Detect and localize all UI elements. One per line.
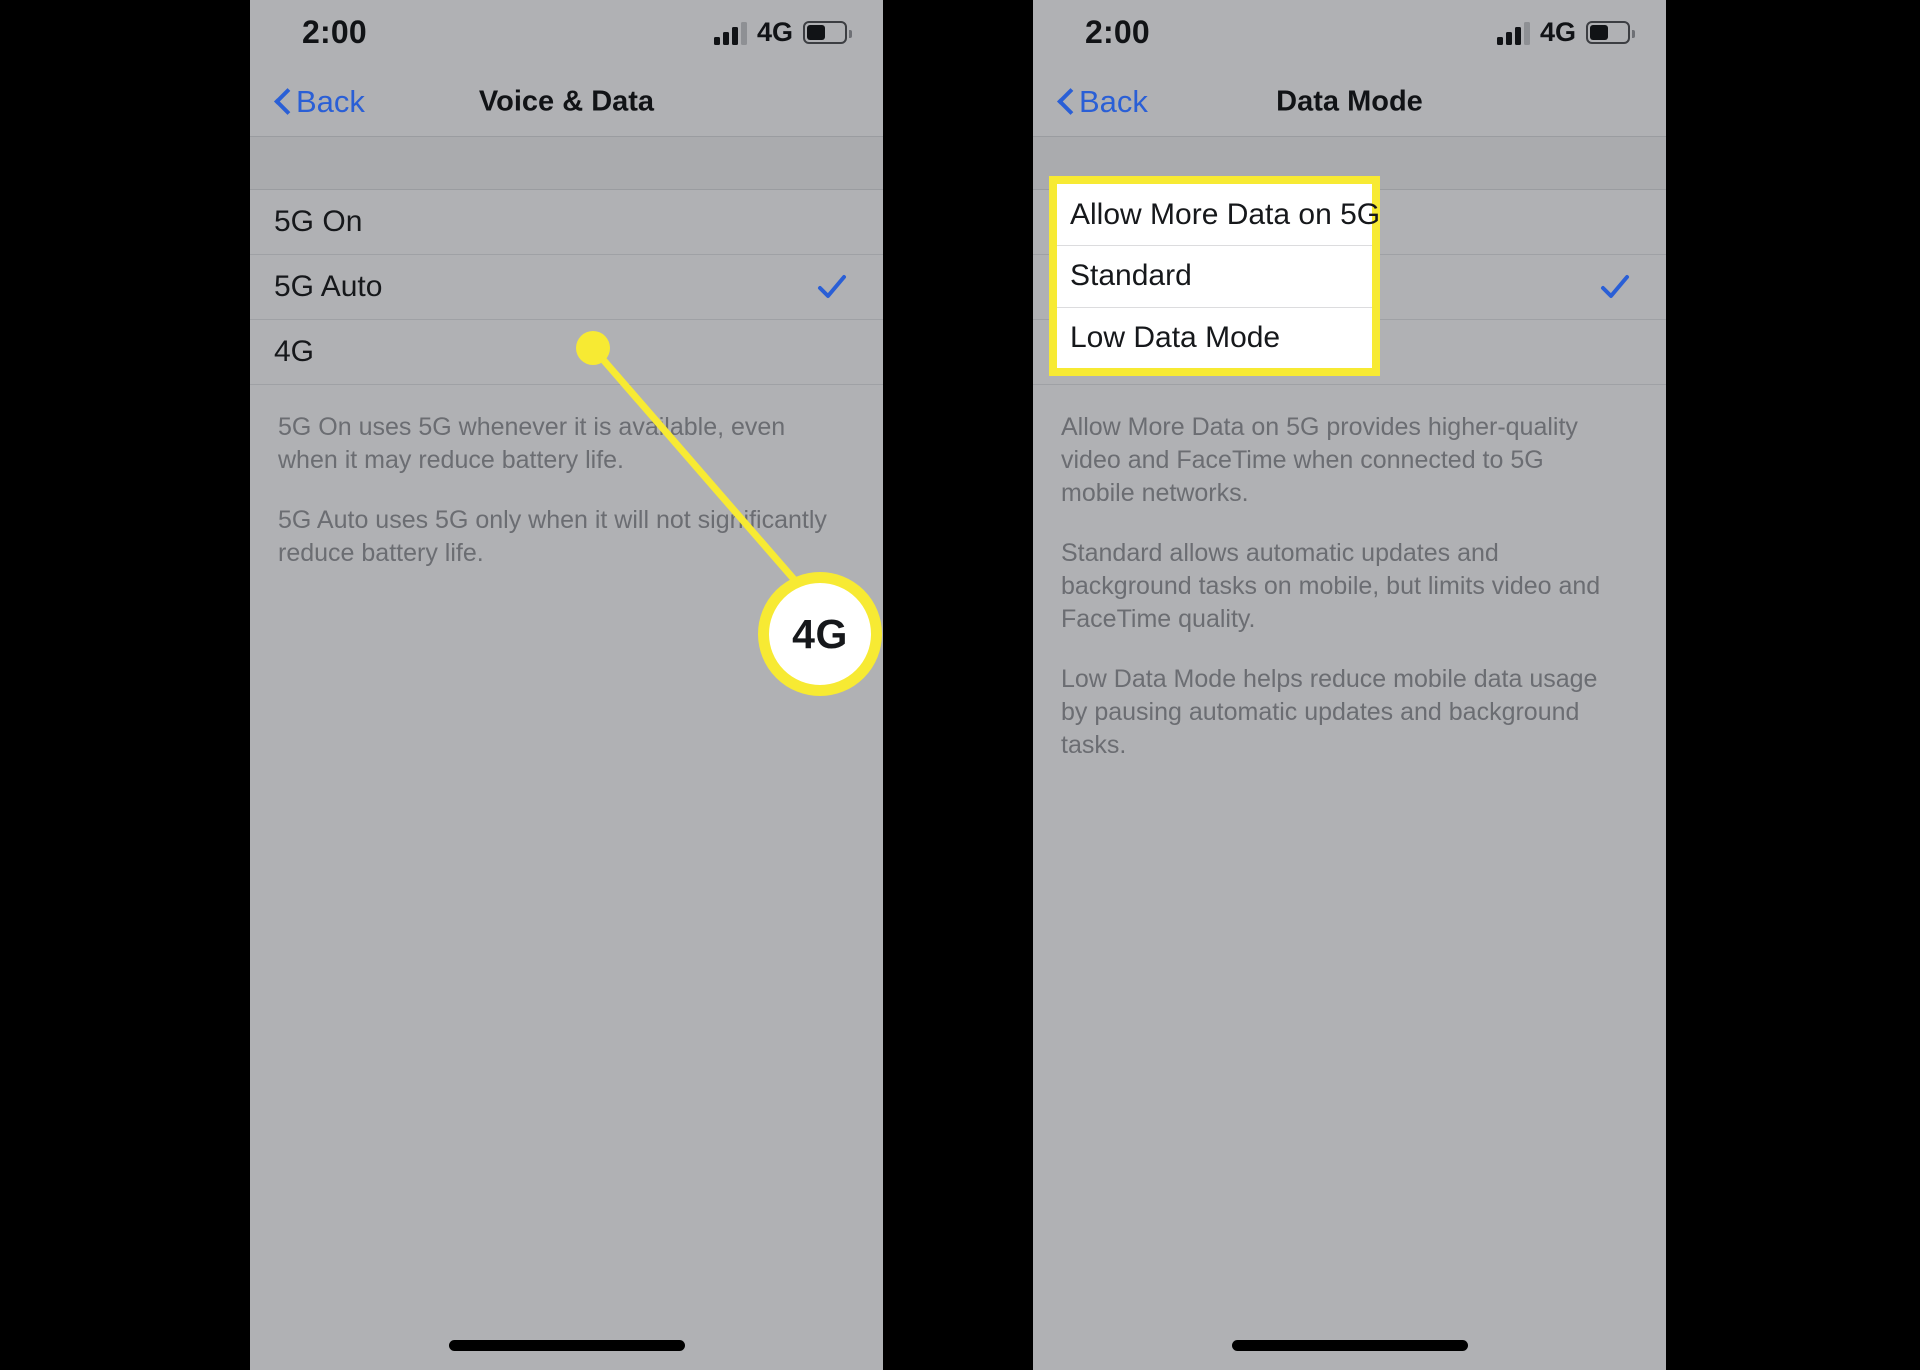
voice-data-options-list: 5G On 5G Auto 4G xyxy=(250,190,883,385)
status-bar: 2:00 4G xyxy=(250,0,883,68)
footer-paragraph: 5G On uses 5G whenever it is available, … xyxy=(278,413,786,474)
highlighted-list-item-label: Standard xyxy=(1070,259,1192,293)
footer-paragraph: 5G Auto uses 5G only when it will not si… xyxy=(278,506,827,567)
checkmark-icon xyxy=(1600,272,1630,302)
footer-paragraph: Low Data Mode helps reduce mobile data u… xyxy=(1061,665,1598,759)
navigation-bar: Back Data Mode xyxy=(1033,68,1666,137)
list-item-5g-on[interactable]: 5G On xyxy=(250,190,883,255)
list-item-label: 5G Auto xyxy=(274,270,383,303)
status-bar: 2:00 4G xyxy=(1033,0,1666,68)
highlighted-list-item-label: Low Data Mode xyxy=(1070,320,1281,354)
highlighted-list-item-label: Allow More Data on 5G xyxy=(1070,197,1381,231)
cellular-signal-icon xyxy=(1496,21,1530,45)
status-bar-clock: 2:00 xyxy=(302,14,367,50)
battery-icon xyxy=(1586,21,1635,44)
annotation-highlight-box: Allow More Data on 5G Standard Low Data … xyxy=(1049,176,1380,376)
annotation-callout-label: 4G xyxy=(792,610,848,657)
phone-screenshot-right: 2:00 4G Back Data Mode Allow More Data o… xyxy=(1033,0,1666,1370)
status-bar-indicators: 4G xyxy=(1496,17,1635,47)
home-indicator xyxy=(1231,1340,1468,1351)
footer-paragraph: Allow More Data on 5G provides higher-qu… xyxy=(1061,413,1578,507)
battery-icon xyxy=(803,21,852,44)
network-type-label: 4G xyxy=(756,17,793,47)
footer-paragraph: Standard allows automatic updates and ba… xyxy=(1061,539,1601,633)
section-footer-text: Allow More Data on 5G provides higher-qu… xyxy=(1033,385,1666,762)
list-item-5g-auto[interactable]: 5G Auto xyxy=(250,255,883,320)
cellular-signal-icon xyxy=(713,21,747,45)
section-footer-text: 5G On uses 5G whenever it is available, … xyxy=(250,385,883,570)
highlighted-list-item-standard[interactable]: Standard xyxy=(1057,245,1372,306)
home-indicator xyxy=(448,1340,685,1351)
page-title: Voice & Data xyxy=(478,85,655,118)
checkmark-icon xyxy=(817,272,847,302)
list-item-4g[interactable]: 4G xyxy=(250,320,883,385)
network-type-label: 4G xyxy=(1539,17,1576,47)
list-section-gap xyxy=(250,137,883,190)
phone-screenshot-left: 2:00 4G Back Voice & Data 5G On 5G Auto … xyxy=(250,0,883,1370)
highlighted-list-item-allow-more-data-on-5g[interactable]: Allow More Data on 5G xyxy=(1057,184,1380,245)
navigation-bar: Back Voice & Data xyxy=(250,68,883,137)
status-bar-indicators: 4G xyxy=(713,17,852,47)
list-item-label: 5G On xyxy=(274,205,363,238)
annotation-callout-bubble: 4G xyxy=(758,572,882,696)
highlighted-list-item-low-data-mode[interactable]: Low Data Mode xyxy=(1057,306,1372,368)
status-bar-clock: 2:00 xyxy=(1085,14,1150,50)
list-item-label: 4G xyxy=(274,335,315,368)
page-title: Data Mode xyxy=(1276,85,1423,118)
